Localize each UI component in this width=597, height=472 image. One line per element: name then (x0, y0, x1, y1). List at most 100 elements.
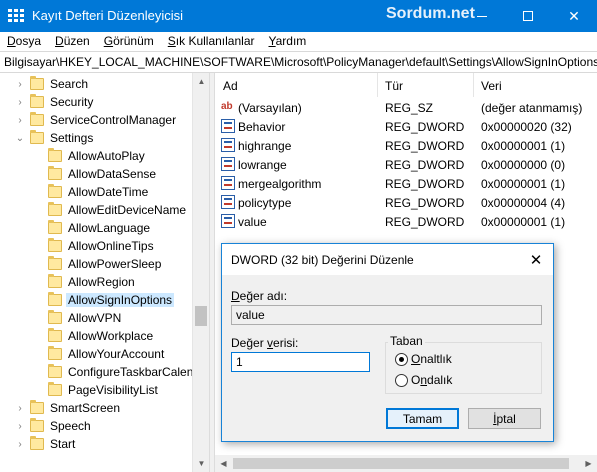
menu-edit[interactable]: Düzen (48, 32, 97, 51)
column-divider[interactable] (473, 73, 474, 97)
tree-item-label: AllowEditDeviceName (68, 203, 187, 217)
value-data: 0x00000000 (0) (481, 158, 566, 172)
tree-item[interactable]: AllowYourAccount (0, 345, 192, 363)
value-type: REG_DWORD (385, 139, 465, 153)
tree-item[interactable]: AllowOnlineTips (0, 237, 192, 255)
menu-file-label: osya (15, 34, 42, 48)
list-horizontal-scrollbar[interactable]: ◀ ▶ (215, 455, 597, 472)
tree-item-label: AllowLanguage (68, 221, 151, 235)
minimize-button[interactable] (459, 0, 505, 32)
tree-item[interactable]: PageVisibilityList (0, 381, 192, 399)
menu-bar: Dosya Düzen Görünüm Sık Kullanılanlar Ya… (0, 32, 597, 51)
tree-item-label: AllowRegion (68, 275, 135, 289)
list-row[interactable]: mergealgorithm REG_DWORD 0x00000001 (1) (215, 174, 597, 193)
tree-item[interactable]: AllowAutoPlay (0, 147, 192, 165)
value-name: lowrange (238, 158, 287, 172)
scroll-thumb[interactable] (233, 458, 569, 469)
tree-vertical-scrollbar[interactable]: ▲ ▼ (192, 73, 209, 472)
tree-item[interactable]: AllowDateTime (0, 183, 192, 201)
address-path: Bilgisayar\HKEY_LOCAL_MACHINE\SOFTWARE\M… (4, 55, 597, 69)
tree-item[interactable]: ConfigureTaskbarCalendar (0, 363, 209, 381)
minimize-icon (477, 15, 487, 17)
tree-item[interactable]: AllowLanguage (0, 219, 192, 237)
tree-item[interactable]: AllowDataSense (0, 165, 192, 183)
list-row[interactable]: ab (Varsayılan) REG_SZ (değer atanmamış) (215, 98, 597, 117)
tree-item-label: ServiceControlManager (50, 113, 177, 127)
tree-item[interactable]: AllowPowerSleep (0, 255, 192, 273)
tree-item[interactable]: AllowEditDeviceName (0, 201, 192, 219)
scroll-up-icon[interactable]: ▲ (193, 73, 210, 90)
tree-item-label: PageVisibilityList (68, 383, 158, 397)
value-name-field[interactable]: value (231, 305, 542, 325)
menu-view-label: örünüm (113, 34, 154, 48)
scroll-left-icon[interactable]: ◀ (215, 455, 232, 472)
close-icon: ✕ (529, 251, 543, 269)
title-bar[interactable]: Kayıt Defteri Düzenleyicisi Sordum.net ✕ (0, 0, 597, 32)
cancel-button[interactable]: İptal (468, 408, 541, 429)
close-button[interactable]: ✕ (551, 0, 597, 32)
menu-help-label: ardım (275, 34, 307, 48)
dword-value-icon (221, 195, 235, 209)
list-row[interactable]: highrange REG_DWORD 0x00000001 (1) (215, 136, 597, 155)
tree-item[interactable]: ⌄ Settings (0, 129, 192, 147)
folder-icon (48, 256, 62, 270)
hexadecimal-label: Onaltlık (411, 352, 452, 366)
column-header-type[interactable]: Tür (385, 79, 403, 93)
chevron-right-icon[interactable]: › (15, 435, 25, 453)
tree-item[interactable]: › SmartScreen (0, 399, 192, 417)
chevron-right-icon[interactable]: › (15, 93, 25, 111)
tree-item[interactable]: › Search (0, 75, 192, 93)
chevron-right-icon[interactable]: › (15, 111, 25, 129)
list-row[interactable]: Behavior REG_DWORD 0x00000020 (32) (215, 117, 597, 136)
dialog-title-bar[interactable]: DWORD (32 bit) Değerini Düzenle ✕ (222, 244, 553, 275)
chevron-right-icon[interactable]: › (15, 417, 25, 435)
menu-favorites[interactable]: Sık Kullanılanlar (161, 32, 262, 51)
menu-file[interactable]: Dosya (0, 32, 48, 51)
menu-view[interactable]: Görünüm (97, 32, 161, 51)
menu-edit-mnemonic: D (55, 34, 64, 48)
chevron-down-icon[interactable]: ⌄ (15, 129, 25, 147)
scroll-down-icon[interactable]: ▼ (193, 455, 210, 472)
list-row[interactable]: lowrange REG_DWORD 0x00000000 (0) (215, 155, 597, 174)
list-row[interactable]: policytype REG_DWORD 0x00000004 (4) (215, 193, 597, 212)
value-data: 0x00000001 (1) (481, 177, 566, 191)
menu-file-mnemonic: D (7, 34, 16, 48)
decimal-label: Ondalık (411, 373, 453, 387)
tree-item[interactable]: › Security (0, 93, 192, 111)
folder-icon (48, 238, 62, 252)
menu-help[interactable]: Yardım (262, 32, 314, 51)
tree-item[interactable]: AllowWorkplace (0, 327, 192, 345)
value-data-label-text: erisi: (273, 336, 299, 350)
tree-item[interactable]: › Start (0, 435, 192, 453)
tree-item-label: AllowWorkplace (68, 329, 154, 343)
column-header-name[interactable]: Ad (223, 79, 238, 93)
scroll-thumb[interactable] (195, 306, 207, 326)
folder-icon (48, 220, 62, 234)
tree-item-label: AllowOnlineTips (68, 239, 154, 253)
column-header-data[interactable]: Veri (481, 79, 502, 93)
address-bar[interactable]: Bilgisayar\HKEY_LOCAL_MACHINE\SOFTWARE\M… (0, 51, 597, 73)
tree-item[interactable]: AllowSignInOptions (0, 291, 192, 309)
column-divider[interactable] (377, 73, 378, 97)
tree-item[interactable]: › Speech (0, 417, 192, 435)
hexadecimal-radio[interactable]: Onaltlık (395, 352, 452, 366)
dword-value-icon (221, 119, 235, 133)
chevron-right-icon[interactable]: › (15, 399, 25, 417)
value-data: 0x00000001 (1) (481, 139, 566, 153)
decimal-radio[interactable]: Ondalık (395, 373, 452, 387)
dword-value-icon (221, 157, 235, 171)
dword-value-icon (221, 214, 235, 228)
menu-view-mnemonic: G (103, 34, 114, 48)
dialog-close-button[interactable]: ✕ (519, 244, 553, 275)
chevron-right-icon[interactable]: › (15, 75, 25, 93)
tree-item[interactable]: › ServiceControlManager (0, 111, 192, 129)
maximize-button[interactable] (505, 0, 551, 32)
dword-value-icon (221, 176, 235, 190)
value-data-field[interactable]: 1 (231, 352, 370, 372)
ok-button[interactable]: Tamam (386, 408, 459, 429)
tree-item-label: AllowDateTime (68, 185, 149, 199)
tree-item[interactable]: AllowVPN (0, 309, 192, 327)
list-row[interactable]: value REG_DWORD 0x00000001 (1) (215, 212, 597, 231)
scroll-right-icon[interactable]: ▶ (580, 455, 597, 472)
tree-item[interactable]: AllowRegion (0, 273, 192, 291)
